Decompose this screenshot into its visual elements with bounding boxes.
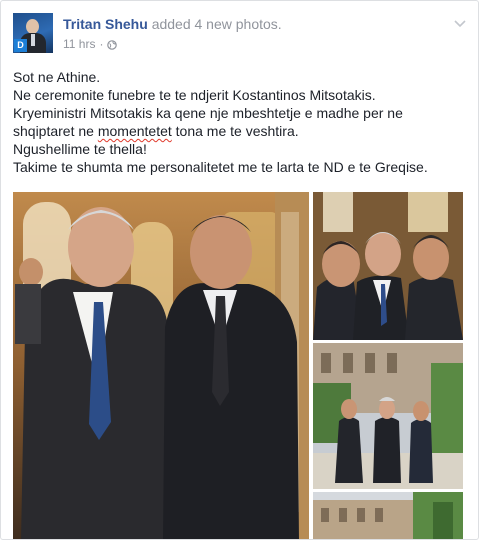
photo-grid — [13, 192, 467, 539]
post-title-line: Tritan Shehu added 4 new photos. — [63, 16, 282, 32]
message-line: Ngushellime te thella! — [13, 141, 147, 157]
message-line: shqiptaret ne momentetet tona me te vesh… — [13, 122, 468, 140]
misspelled-word: momentetet — [97, 123, 172, 139]
post-action-text: added 4 new photos. — [151, 16, 282, 32]
author-avatar[interactable]: D — [13, 13, 53, 53]
photo-outdoor[interactable] — [313, 343, 463, 489]
message-line: Takime te shumta me personalitetet me te… — [13, 159, 428, 175]
chevron-down-icon[interactable] — [452, 15, 468, 31]
photo-selfie[interactable] — [313, 192, 463, 340]
message-line: Kryeministri Mitsotakis ka qene nje mbes… — [13, 105, 403, 121]
photo-building-image — [313, 492, 463, 539]
author-name-link[interactable]: Tritan Shehu — [63, 16, 148, 32]
message-line: Ne ceremonite funebre te te ndjerit Kost… — [13, 87, 376, 103]
globe-icon[interactable] — [107, 39, 118, 50]
photo-main[interactable] — [13, 192, 309, 539]
photo-building[interactable] — [313, 492, 463, 539]
post-meta: 11 hrs · — [63, 37, 118, 51]
meta-separator: · — [99, 37, 104, 51]
post-header: D Tritan Shehu added 4 new photos. 11 hr… — [13, 13, 468, 57]
message-line: Sot ne Athine. — [13, 69, 101, 85]
avatar-head — [26, 19, 39, 34]
message-fragment: shqiptaret ne — [13, 123, 98, 139]
post-timestamp-link[interactable]: 11 hrs — [63, 37, 95, 51]
message-fragment: tona me te veshtira. — [171, 123, 299, 139]
party-logo-badge: D — [14, 39, 27, 52]
photo-main-image — [13, 192, 309, 539]
photo-selfie-image — [313, 192, 463, 340]
photo-outdoor-image — [313, 343, 463, 489]
post-message: Sot ne Athine. Ne ceremonite funebre te … — [13, 68, 468, 176]
post-card: D Tritan Shehu added 4 new photos. 11 hr… — [0, 0, 479, 540]
avatar-tie — [31, 34, 35, 46]
